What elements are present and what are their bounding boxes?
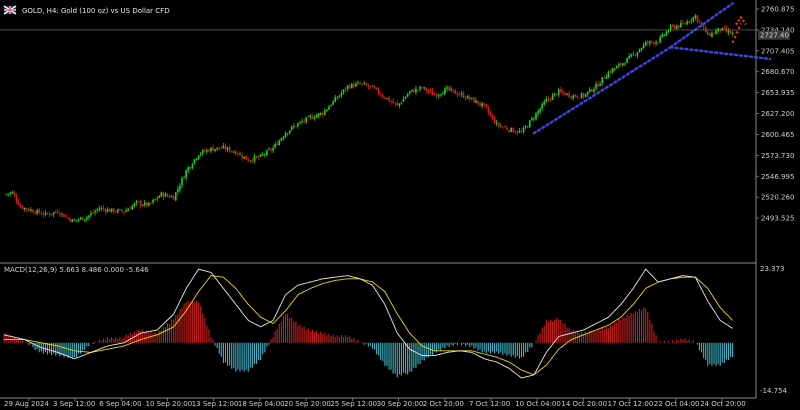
candle — [454, 89, 457, 94]
price-tick-label: 2493.525 — [761, 215, 794, 223]
time-tick-label: 6 Sep 04:00 — [99, 400, 141, 408]
chart-header: GOLD, H4: Gold (100 oz) vs US Dollar CFD — [3, 5, 170, 15]
price-tick-label: 2627.200 — [761, 110, 794, 118]
time-tick-label: 29 Aug 2024 — [4, 400, 49, 408]
candle — [266, 149, 268, 157]
price-tick-label: 2680.670 — [761, 68, 794, 76]
candle — [175, 192, 177, 202]
price-tick-label: 2520.260 — [761, 194, 794, 202]
macd-axis-min: -14.754 — [760, 387, 788, 395]
time-tick-label: 2 Oct 20:00 — [423, 400, 464, 408]
chart-canvas[interactable]: GOLD, H4: Gold (100 oz) vs US Dollar CFD… — [0, 0, 800, 410]
time-tick-label: 17 Oct 12:00 — [608, 400, 654, 408]
candle — [81, 216, 84, 221]
time-tick-label: 25 Sep 12:00 — [330, 400, 377, 408]
price-tick-label: 2653.935 — [761, 89, 794, 97]
candle — [578, 97, 581, 99]
time-tick-label: 22 Oct 04:00 — [654, 400, 700, 408]
chart-window[interactable]: GOLD, H4: Gold (100 oz) vs US Dollar CFD… — [0, 0, 800, 410]
time-tick-label: 10 Sep 20:00 — [145, 400, 192, 408]
candle — [510, 127, 512, 133]
time-tick-label: 18 Sep 04:00 — [238, 400, 285, 408]
price-tick-label: 2573.730 — [761, 152, 794, 160]
macd-label: MACD(12,26,9) 5.663 8.486 0.000 -5.646 — [4, 266, 149, 274]
macd-axis-max: 23.373 — [760, 265, 785, 273]
time-axis[interactable]: 29 Aug 2024 3 Sep 12:00 6 Sep 04:00 10 Sep … — [4, 398, 746, 408]
candle — [626, 57, 628, 64]
candle — [721, 27, 724, 31]
bid-price-label: 2727.40 — [760, 32, 789, 40]
time-tick-label: 14 Oct 20:00 — [561, 400, 607, 408]
time-tick-label: 24 Oct 20:00 — [700, 400, 746, 408]
candle — [332, 100, 334, 106]
candle — [245, 155, 247, 160]
chart-title: GOLD, H4: Gold (100 oz) vs US Dollar CFD — [22, 7, 170, 15]
candle — [63, 213, 65, 218]
candle — [160, 191, 163, 198]
price-tick-label: 2600.465 — [761, 131, 794, 139]
time-tick-label: 10 Oct 04:00 — [515, 400, 561, 408]
time-tick-label: 20 Sep 20:00 — [284, 400, 331, 408]
time-tick-label: 3 Sep 12:00 — [53, 400, 95, 408]
uk-flag-icon — [3, 5, 17, 15]
time-tick-label: 30 Sep 20:00 — [377, 400, 424, 408]
price-tick-label: 2707.405 — [761, 47, 794, 55]
time-tick-label: 13 Sep 12:00 — [192, 400, 239, 408]
chart-background — [0, 0, 800, 410]
candle — [473, 97, 475, 103]
price-tick-label: 2546.995 — [761, 173, 794, 181]
price-tick-label: 2760.875 — [761, 6, 794, 14]
time-tick-label: 7 Oct 12:00 — [469, 400, 510, 408]
candle — [528, 119, 531, 128]
